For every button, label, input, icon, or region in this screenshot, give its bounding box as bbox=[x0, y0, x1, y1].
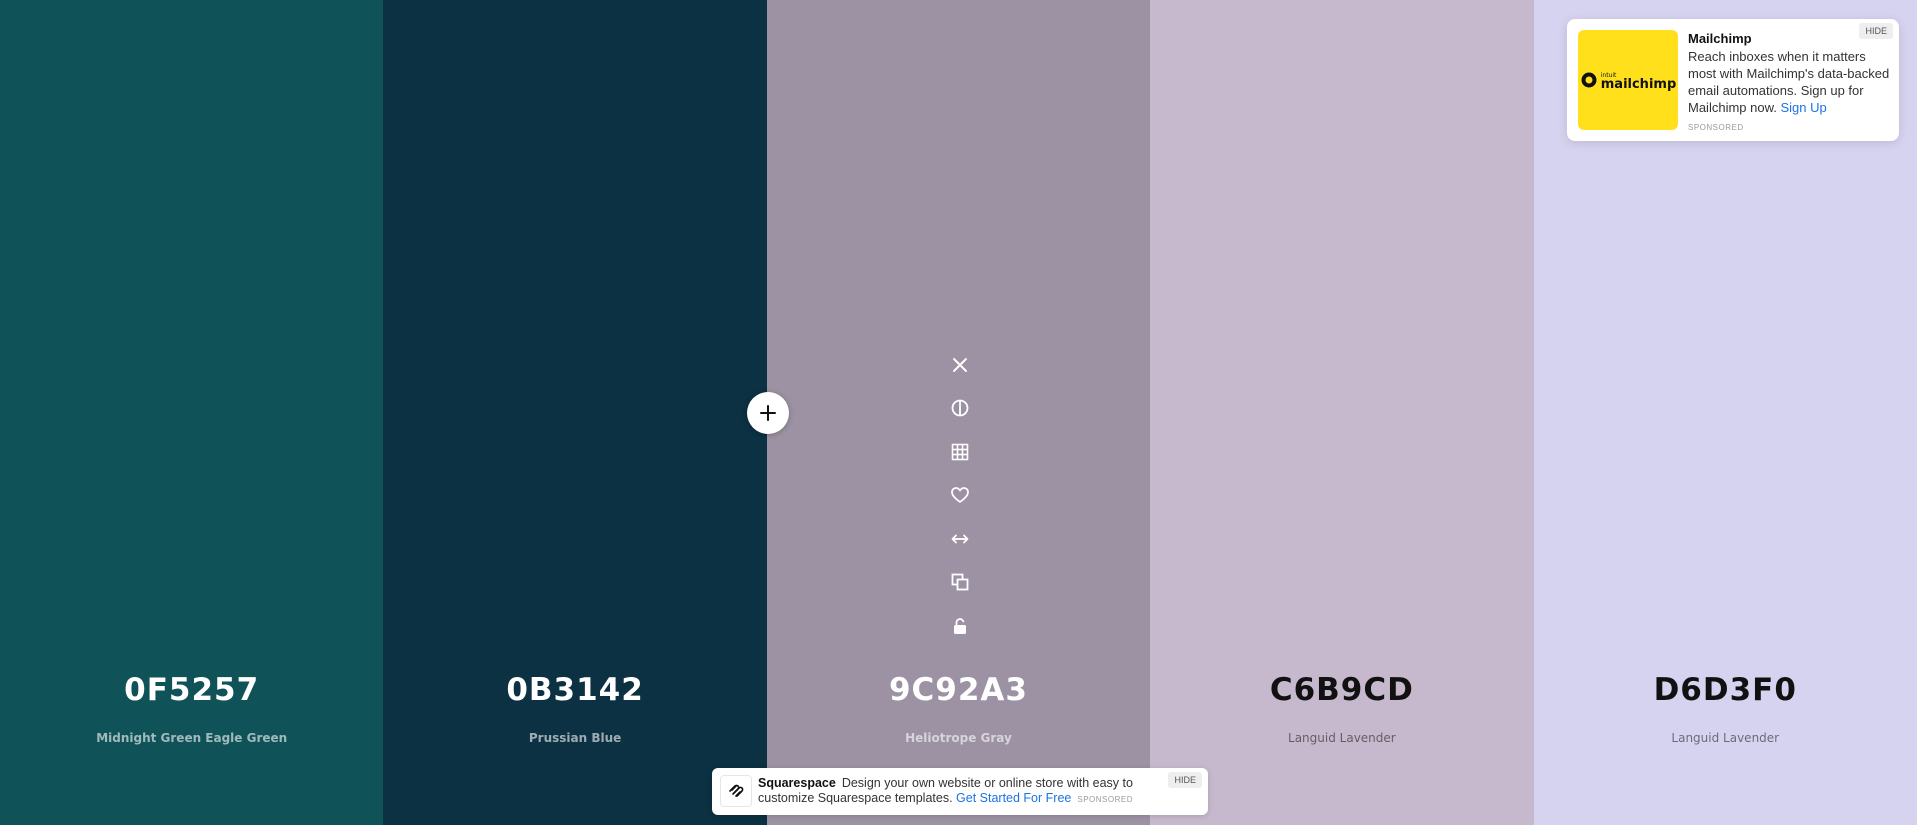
hide-ad-button[interactable]: HIDE bbox=[1859, 23, 1893, 39]
color-name[interactable]: Languid Lavender bbox=[1150, 731, 1533, 745]
close-icon bbox=[953, 357, 967, 372]
hex-code[interactable]: C6B9CD bbox=[1150, 672, 1533, 708]
drag-arrows-icon bbox=[951, 534, 969, 544]
swatch-0b3142[interactable]: 0B3142 Prussian Blue bbox=[383, 0, 767, 825]
swatch-0f5257[interactable]: 0F5257 Midnight Green Eagle Green bbox=[0, 0, 384, 825]
contrast-icon bbox=[951, 399, 969, 417]
sponsored-label: SPONSORED bbox=[1688, 123, 1744, 132]
ad-bar-text: Squarespace Design your own website or on… bbox=[758, 776, 1158, 807]
hex-code[interactable]: 0B3142 bbox=[383, 672, 766, 708]
shades-grid-icon bbox=[951, 443, 969, 461]
color-name[interactable]: Heliotrope Gray bbox=[767, 731, 1150, 745]
drag-button[interactable] bbox=[944, 517, 976, 561]
copy-hex-button[interactable] bbox=[944, 561, 976, 605]
logo-text: mailchimp bbox=[1600, 77, 1677, 92]
hex-code[interactable]: 0F5257 bbox=[0, 672, 383, 708]
plus-icon bbox=[760, 405, 776, 421]
view-shades-contrast-button[interactable] bbox=[944, 387, 976, 431]
add-color-button[interactable] bbox=[747, 392, 789, 434]
lock-color-button[interactable] bbox=[944, 604, 976, 648]
swatch-toolbar bbox=[944, 343, 976, 648]
squarespace-logo bbox=[720, 775, 752, 807]
hex-code[interactable]: D6D3F0 bbox=[1534, 672, 1917, 708]
sponsored-ad-card[interactable]: intuit mailchimp Mailchimp Reach inboxes… bbox=[1567, 19, 1899, 141]
save-color-button[interactable] bbox=[944, 474, 976, 518]
color-name[interactable]: Midnight Green Eagle Green bbox=[0, 731, 383, 745]
ad-bar-cta-link[interactable]: Get Started For Free bbox=[956, 791, 1071, 805]
mailchimp-logo-mark: intuit mailchimp bbox=[1580, 71, 1677, 92]
freddie-icon bbox=[1581, 72, 1597, 88]
hide-ad-bar-button[interactable]: HIDE bbox=[1168, 772, 1202, 788]
ad-title: Mailchimp bbox=[1688, 31, 1752, 46]
sponsored-ad-bar[interactable]: Squarespace Design your own website or on… bbox=[712, 768, 1208, 815]
heart-icon bbox=[951, 487, 969, 504]
remove-color-button[interactable] bbox=[944, 343, 976, 387]
ad-cta-link[interactable]: Sign Up bbox=[1781, 100, 1827, 115]
squarespace-icon bbox=[729, 784, 744, 797]
swatch-c6b9cd[interactable]: C6B9CD Languid Lavender bbox=[1150, 0, 1534, 825]
color-name[interactable]: Languid Lavender bbox=[1534, 731, 1917, 745]
view-shades-button[interactable] bbox=[944, 430, 976, 474]
mailchimp-logo[interactable]: intuit mailchimp bbox=[1578, 30, 1678, 130]
hex-code[interactable]: 9C92A3 bbox=[767, 672, 1150, 708]
color-name[interactable]: Prussian Blue bbox=[383, 731, 766, 745]
unlock-icon bbox=[954, 617, 966, 634]
ad-bar-sponsored-label: SPONSORED bbox=[1077, 795, 1133, 804]
ad-body: Reach inboxes when it matters most with … bbox=[1688, 48, 1893, 116]
copy-icon bbox=[951, 573, 969, 591]
ad-bar-brand: Squarespace bbox=[758, 776, 836, 790]
